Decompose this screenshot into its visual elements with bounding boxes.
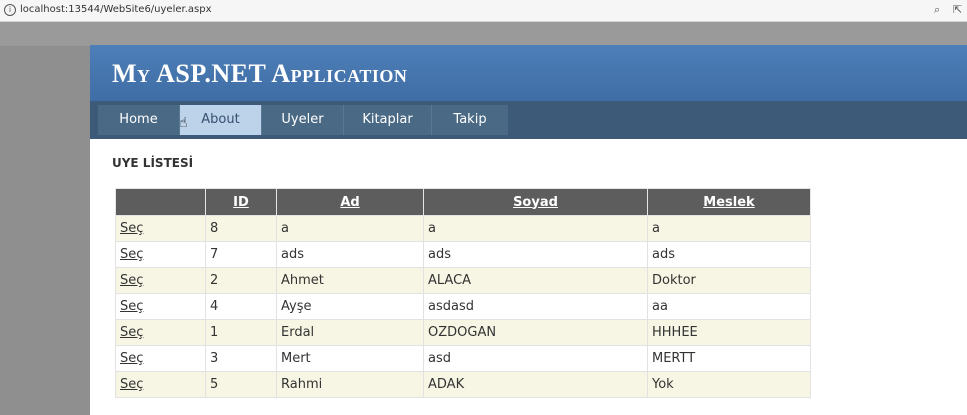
select-link[interactable]: Seç xyxy=(120,325,143,340)
header-meslek[interactable]: Meslek xyxy=(647,188,811,216)
mouse-cursor-icon: ☝ xyxy=(179,115,188,131)
table-row: Seç 1 Erdal OZDOGAN HHHEE xyxy=(115,319,811,346)
cell-meslek: a xyxy=(647,215,811,242)
zoom-icon[interactable]: ⌕ xyxy=(934,3,940,17)
cell-soyad: a xyxy=(423,215,648,242)
cell-meslek: Doktor xyxy=(647,267,811,294)
cell-ad: Rahmi xyxy=(276,371,424,398)
cell-soyad: OZDOGAN xyxy=(423,319,648,346)
page: My ASP.NET Application Home About Uyeler… xyxy=(90,45,967,415)
table-row: Seç 7 ads ads ads xyxy=(115,241,811,268)
select-link[interactable]: Seç xyxy=(120,221,143,236)
menu-bar: Home About Uyeler Kitaplar Takip xyxy=(90,101,967,139)
select-link[interactable]: Seç xyxy=(120,299,143,314)
share-icon[interactable]: ⇱ xyxy=(953,3,962,16)
cell-id: 2 xyxy=(205,267,277,294)
cell-id: 7 xyxy=(205,241,277,268)
table-row: Seç 2 Ahmet ALACA Doktor xyxy=(115,267,811,294)
members-table: ID Ad Soyad Meslek Seç 8 a a a Seç 7 ads… xyxy=(115,188,811,398)
table-row: Seç 5 Rahmi ADAK Yok xyxy=(115,371,811,398)
header-ad[interactable]: Ad xyxy=(276,188,424,216)
cell-id: 8 xyxy=(205,215,277,242)
menu-item-home[interactable]: Home xyxy=(98,105,180,135)
header-soyad[interactable]: Soyad xyxy=(423,188,648,216)
cell-soyad: ads xyxy=(423,241,648,268)
header-id[interactable]: ID xyxy=(205,188,277,216)
main-menu: Home About Uyeler Kitaplar Takip xyxy=(98,105,508,135)
menu-item-uyeler[interactable]: Uyeler xyxy=(262,105,344,135)
cell-ad: Ahmet xyxy=(276,267,424,294)
cell-ad: Erdal xyxy=(276,319,424,346)
menu-item-kitaplar[interactable]: Kitaplar xyxy=(344,105,432,135)
cell-ad: ads xyxy=(276,241,424,268)
table-row: Seç 3 Mert asd MERTT xyxy=(115,345,811,372)
table-row: Seç 4 Ayşe asdasd aa xyxy=(115,293,811,320)
url-text[interactable]: localhost:13544/WebSite6/uyeler.aspx xyxy=(20,4,211,15)
cell-id: 5 xyxy=(205,371,277,398)
cell-ad: Ayşe xyxy=(276,293,424,320)
select-link[interactable]: Seç xyxy=(120,377,143,392)
menu-item-about[interactable]: About xyxy=(180,105,262,135)
cell-soyad: ADAK xyxy=(423,371,648,398)
select-link[interactable]: Seç xyxy=(120,273,143,288)
cell-ad: a xyxy=(276,215,424,242)
browser-address-bar[interactable]: i localhost:13544/WebSite6/uyeler.aspx ⌕… xyxy=(0,0,967,22)
cell-soyad: asd xyxy=(423,345,648,372)
cell-meslek: MERTT xyxy=(647,345,811,372)
cell-ad: Mert xyxy=(276,345,424,372)
site-header: My ASP.NET Application xyxy=(90,45,967,101)
table-header-row: ID Ad Soyad Meslek xyxy=(115,188,811,216)
cell-soyad: ALACA xyxy=(423,267,648,294)
info-icon[interactable]: i xyxy=(4,4,16,16)
app-title: My ASP.NET Application xyxy=(112,59,408,88)
menu-item-takip[interactable]: Takip xyxy=(432,105,508,135)
header-select xyxy=(115,188,206,216)
cell-id: 4 xyxy=(205,293,277,320)
select-link[interactable]: Seç xyxy=(120,247,143,262)
cell-soyad: asdasd xyxy=(423,293,648,320)
select-link[interactable]: Seç xyxy=(120,351,143,366)
cell-meslek: aa xyxy=(647,293,811,320)
cell-meslek: ads xyxy=(647,241,811,268)
table-row: Seç 8 a a a xyxy=(115,215,811,242)
section-title: UYE LİSTESİ xyxy=(112,156,194,170)
cell-id: 1 xyxy=(205,319,277,346)
cell-meslek: Yok xyxy=(647,371,811,398)
browser-background xyxy=(0,22,967,46)
cell-meslek: HHHEE xyxy=(647,319,811,346)
cell-id: 3 xyxy=(205,345,277,372)
